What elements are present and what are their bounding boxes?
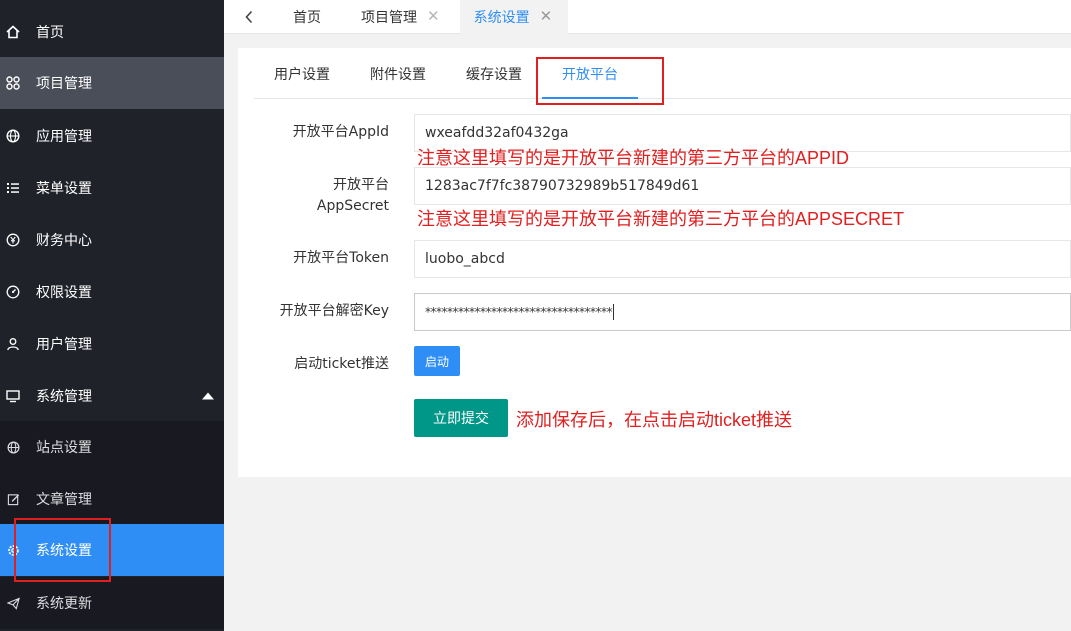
tab-label: 开放平台	[562, 66, 618, 83]
ticket-label: 启动ticket推送	[294, 356, 389, 372]
send-icon	[6, 596, 20, 610]
sidebar-item-apps[interactable]: 应用管理	[0, 110, 224, 162]
back-button[interactable]	[224, 0, 274, 34]
token-value: luobo_abcd	[425, 251, 505, 267]
settings-tabs: 用户设置 附件设置 缓存设置 开放平台	[254, 48, 1071, 99]
sidebar-item-label: 站点设置	[36, 440, 92, 456]
sidebar-item-label: 首页	[36, 25, 64, 41]
sidebar-item-label: 应用管理	[36, 129, 92, 145]
yen-icon	[6, 233, 20, 247]
text-caret	[613, 304, 614, 320]
tab-system-settings[interactable]: 系统设置 ✕	[459, 0, 569, 34]
token-label: 开放平台Token	[293, 250, 389, 266]
tab-label: 系统设置	[473, 9, 530, 26]
decrypt-key-value: **********************************	[425, 305, 613, 319]
sidebar-item-permissions[interactable]: 权限设置	[0, 266, 224, 318]
list-icon	[6, 181, 20, 195]
appsecret-annotation: 注意这里填写的是开放平台新建的第三方平台的APPSECRET	[417, 209, 905, 229]
tab-label: 用户设置	[274, 66, 330, 83]
tab-projects[interactable]: 项目管理 ✕	[351, 0, 460, 34]
token-input[interactable]: luobo_abcd	[414, 240, 1071, 278]
gear-icon	[6, 543, 20, 557]
sidebar-item-projects[interactable]: 项目管理	[0, 57, 224, 109]
tab-attachment-settings[interactable]: 附件设置	[350, 48, 446, 99]
globe-icon	[6, 440, 20, 454]
sidebar-subitem-articles[interactable]: 文章管理	[0, 473, 224, 525]
sidebar-item-users[interactable]: 用户管理	[0, 318, 224, 370]
sidebar-item-label: 系统更新	[36, 596, 92, 612]
tab-label: 缓存设置	[466, 66, 522, 83]
monitor-icon	[6, 389, 20, 403]
globe-icon	[6, 129, 20, 143]
sidebar-subitem-site-settings[interactable]: 站点设置	[0, 421, 224, 473]
sidebar-subitem-system-settings[interactable]: 系统设置	[0, 524, 224, 576]
dial-icon	[6, 285, 20, 299]
submit-annotation: 添加保存后，在点击启动ticket推送	[516, 410, 793, 430]
secret-label-line1: 开放平台	[333, 177, 389, 193]
sidebar-item-label: 系统设置	[36, 543, 92, 559]
sidebar-item-label: 财务中心	[36, 233, 92, 249]
tab-bar: 首页 项目管理 ✕ 系统设置 ✕	[224, 0, 1071, 34]
close-icon[interactable]: ✕	[427, 9, 440, 24]
start-ticket-button[interactable]: 启动	[414, 346, 460, 376]
sidebar-item-system[interactable]: 系统管理	[0, 370, 224, 422]
close-icon[interactable]: ✕	[540, 9, 553, 24]
sidebar-item-label: 用户管理	[36, 337, 92, 353]
tab-user-settings[interactable]: 用户设置	[254, 48, 350, 99]
tab-label: 项目管理	[361, 9, 417, 26]
appsecret-input[interactable]: 1283ac7f7fc38790732989b517849d61	[414, 167, 1071, 205]
sidebar-item-label: 文章管理	[36, 492, 92, 508]
chevron-left-icon	[245, 10, 253, 23]
appsecret-value: 1283ac7f7fc38790732989b517849d61	[425, 178, 700, 194]
submit-button[interactable]: 立即提交	[414, 399, 508, 437]
edit-icon	[6, 492, 20, 506]
decrypt-key-label: 开放平台解密Key	[279, 303, 389, 319]
sidebar-item-menu[interactable]: 菜单设置	[0, 162, 224, 214]
chevron-up-icon	[202, 392, 214, 400]
tab-cache-settings[interactable]: 缓存设置	[446, 48, 542, 99]
sidebar: 首页 项目管理 应用管理 菜单设置 财务中心 权限设置 用户管理 系统管理 站点…	[0, 0, 224, 631]
secret-label-line2: AppSecret	[316, 198, 389, 214]
appid-value: wxeafdd32af0432ga	[425, 125, 569, 141]
sidebar-item-label: 权限设置	[36, 285, 92, 301]
tab-label: 附件设置	[370, 66, 426, 83]
decrypt-key-input[interactable]: **********************************	[414, 293, 1071, 331]
sidebar-item-finance[interactable]: 财务中心	[0, 214, 224, 266]
home-icon	[6, 25, 20, 39]
appid-label: 开放平台AppId	[292, 124, 389, 140]
sidebar-item-label: 菜单设置	[36, 181, 92, 197]
tab-open-platform[interactable]: 开放平台	[542, 48, 638, 99]
tab-label: 首页	[293, 9, 321, 26]
sidebar-item-label: 系统管理	[36, 389, 92, 405]
sidebar-item-home[interactable]: 首页	[0, 6, 224, 58]
user-icon	[6, 337, 20, 351]
sidebar-subitem-system-update[interactable]: 系统更新	[0, 577, 224, 629]
tab-home[interactable]: 首页	[274, 0, 351, 34]
apps-icon	[6, 76, 20, 90]
sidebar-item-label: 项目管理	[36, 76, 92, 92]
